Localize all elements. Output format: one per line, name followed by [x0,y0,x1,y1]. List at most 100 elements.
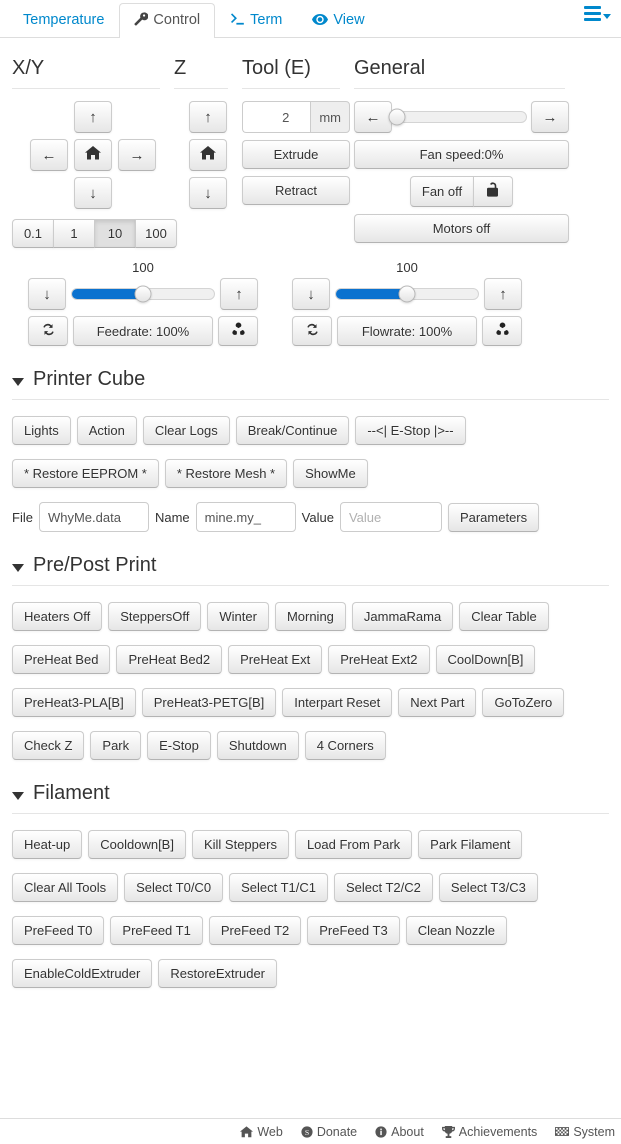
home-xy-button[interactable] [74,139,112,171]
enable-cold-extruder-button[interactable]: EnableColdExtruder [12,959,153,988]
select-t1-button[interactable]: Select T1/C1 [229,873,328,902]
park-filament-button[interactable]: Park Filament [418,830,523,859]
showme-button[interactable]: ShowMe [293,459,368,488]
footer-achievements[interactable]: Achievements [441,1125,537,1139]
restore-extruder-button[interactable]: RestoreExtruder [158,959,278,988]
home-z-button[interactable] [189,139,227,171]
park-button[interactable]: Park [90,731,142,760]
flowrate-extra-button[interactable] [482,316,522,346]
feedrate-label-button[interactable]: Feedrate: 100% [73,316,213,346]
gotozero-button[interactable]: GoToZero [482,688,565,717]
morning-button[interactable]: Morning [274,602,346,631]
feedrate-increase-button[interactable]: ↑ [220,278,258,310]
x-minus-button[interactable]: ← [30,139,68,171]
tab-temperature[interactable]: Temperature [8,3,119,38]
tab-control[interactable]: Control [119,3,216,38]
z-minus-button[interactable]: ↓ [189,177,227,209]
kill-steppers-button[interactable]: Kill Steppers [191,830,289,859]
fan-decrease-button[interactable]: ← [354,101,392,133]
z-column: Z ↑ ↓ [174,56,242,248]
flowrate-decrease-button[interactable]: ↓ [292,278,330,310]
e-stop-button[interactable]: --<| E-Stop |>-- [355,416,466,445]
clear-logs-button[interactable]: Clear Logs [142,416,230,445]
prefeed-t1-button[interactable]: PreFeed T1 [110,916,203,945]
feedrate-slider[interactable] [71,285,215,303]
clear-all-tools-button[interactable]: Clear All Tools [12,873,119,902]
tab-view[interactable]: View [297,3,379,38]
action-button[interactable]: Action [76,416,137,445]
clean-nozzle-button[interactable]: Clean Nozzle [405,916,508,945]
select-t2-button[interactable]: Select T2/C2 [333,873,433,902]
preheat-bed-button[interactable]: PreHeat Bed [12,645,111,674]
heat-up-button[interactable]: Heat-up [12,830,83,859]
tool-heading: Tool (E) [242,57,311,79]
hamburger-menu-button[interactable] [584,6,611,21]
shutdown-button[interactable]: Shutdown [216,731,299,760]
clear-table-button[interactable]: Clear Table [459,602,549,631]
select-t0-button[interactable]: Select T0/C0 [124,873,224,902]
prefeed-t0-button[interactable]: PreFeed T0 [12,916,105,945]
step-1-button[interactable]: 1 [53,219,95,248]
prefeed-t2-button[interactable]: PreFeed T2 [208,916,302,945]
lights-button[interactable]: Lights [12,416,71,445]
cooldown-b-button-2[interactable]: Cooldown[B] [88,830,186,859]
select-t3-button[interactable]: Select T3/C3 [438,873,538,902]
preheat-ext2-button[interactable]: PreHeat Ext2 [328,645,430,674]
step-0.1-button[interactable]: 0.1 [12,219,54,248]
feedrate-extra-button[interactable] [218,316,258,346]
parameters-button[interactable]: Parameters [447,502,540,532]
four-corners-button[interactable]: 4 Corners [304,731,386,760]
preheat-ext-button[interactable]: PreHeat Ext [228,645,323,674]
interpart-reset-button[interactable]: Interpart Reset [282,688,393,717]
jammarama-button[interactable]: JammaRama [351,602,454,631]
footer-system[interactable]: System [555,1125,615,1139]
footer-about[interactable]: About [375,1125,424,1139]
load-from-park-button[interactable]: Load From Park [294,830,413,859]
feedrate-decrease-button[interactable]: ↓ [28,278,66,310]
fan-increase-button[interactable]: → [531,101,569,133]
section-header-filament[interactable]: Filament [12,782,609,805]
section-header-printer-cube[interactable]: Printer Cube [12,368,609,391]
footer-web[interactable]: Web [240,1125,283,1139]
x-plus-button[interactable]: → [118,139,156,171]
restore-eeprom-button[interactable]: * Restore EEPROM * [12,459,159,488]
next-part-button[interactable]: Next Part [398,688,477,717]
preheat3-petg-button[interactable]: PreHeat3-PETG[B] [141,688,277,717]
extrude-amount-input[interactable] [242,101,311,133]
cooldown-b-button[interactable]: CoolDown[B] [435,645,536,674]
fan-off-button[interactable]: Fan off [409,176,475,207]
step-100-button[interactable]: 100 [135,219,177,248]
e-stop-button-2[interactable]: E-Stop [147,731,211,760]
z-plus-button[interactable]: ↑ [189,101,227,133]
value-input[interactable] [339,502,442,532]
extrude-amount-group: mm [242,101,350,133]
footer-donate[interactable]: S Donate [301,1125,357,1139]
preheat3-pla-button[interactable]: PreHeat3-PLA[B] [12,688,136,717]
winter-button[interactable]: Winter [207,602,269,631]
fan-speed-slider[interactable] [388,108,527,126]
y-plus-button[interactable]: ↑ [74,101,112,133]
steppers-off-button[interactable]: SteppersOff [108,602,202,631]
flowrate-slider[interactable] [335,285,479,303]
y-minus-button[interactable]: ↓ [74,177,112,209]
section-header-pre-post-print[interactable]: Pre/Post Print [12,554,609,577]
retract-button[interactable]: Retract [242,176,350,205]
extrude-button[interactable]: Extrude [242,140,350,169]
motors-off-button[interactable]: Motors off [354,214,569,243]
prefeed-t3-button[interactable]: PreFeed T3 [307,916,400,945]
file-input[interactable] [38,502,149,532]
check-z-button[interactable]: Check Z [12,731,85,760]
flowrate-label-button[interactable]: Flowrate: 100% [337,316,477,346]
fan-speed-button[interactable]: Fan speed:0% [354,140,569,169]
step-10-button[interactable]: 10 [94,219,136,248]
feedrate-reset-button[interactable] [28,316,68,346]
flowrate-reset-button[interactable] [292,316,332,346]
tab-term[interactable]: Term [215,3,297,38]
flowrate-increase-button[interactable]: ↑ [484,278,522,310]
fan-lock-button[interactable] [473,176,514,207]
preheat-bed2-button[interactable]: PreHeat Bed2 [116,645,223,674]
name-input[interactable] [195,502,296,532]
heaters-off-button[interactable]: Heaters Off [12,602,103,631]
restore-mesh-button[interactable]: * Restore Mesh * [164,459,288,488]
break-continue-button[interactable]: Break/Continue [235,416,350,445]
